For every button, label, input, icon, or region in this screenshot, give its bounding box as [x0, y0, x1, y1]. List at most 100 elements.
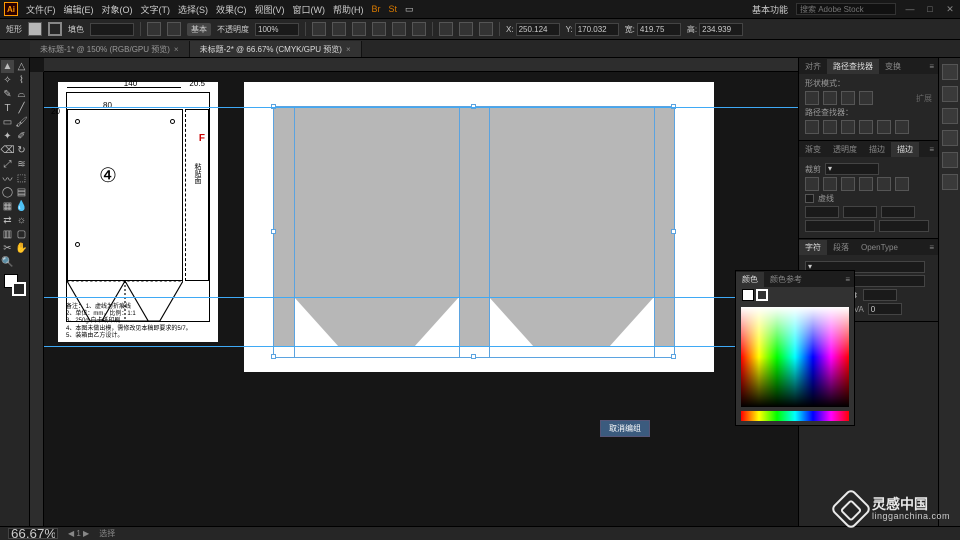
free-tool[interactable]: ⬚: [15, 172, 28, 185]
workspace-switcher[interactable]: 基本功能: [752, 3, 788, 16]
menu-view[interactable]: 视图(V): [255, 3, 285, 16]
collapsed-符号-icon[interactable]: [942, 130, 958, 146]
arrow-start-dropdown[interactable]: [805, 220, 875, 232]
bridge-icon[interactable]: Br: [372, 4, 381, 14]
doc-tab-1[interactable]: 未标题-1* @ 150% (RGB/GPU 预览)×: [30, 41, 190, 57]
color-spectrum[interactable]: [741, 307, 849, 407]
zoom-input[interactable]: [8, 528, 58, 539]
grad-tool[interactable]: ▤: [15, 186, 28, 199]
stroke-indicator[interactable]: [756, 289, 768, 301]
align-hcenter-icon[interactable]: [332, 22, 346, 36]
window-maximize[interactable]: □: [924, 4, 936, 14]
stock-icon[interactable]: St: [389, 4, 398, 14]
menu-window[interactable]: 窗口(W): [293, 3, 326, 16]
artboard-nav[interactable]: ◀ 1 ▶: [68, 529, 89, 538]
gap-1-input[interactable]: [843, 206, 877, 218]
merge-icon[interactable]: [841, 120, 855, 134]
zoom-tool[interactable]: 🔍: [1, 256, 14, 269]
collapsed-画笔-icon[interactable]: [942, 108, 958, 124]
x-input[interactable]: [516, 23, 560, 36]
warp-tool[interactable]: 〰: [1, 172, 14, 185]
shape-mode-icon[interactable]: [439, 22, 453, 36]
cap-square-icon[interactable]: [841, 177, 855, 191]
symbol-tool[interactable]: ☼: [15, 214, 28, 227]
front-panel[interactable]: [294, 107, 459, 297]
join-bevel-icon[interactable]: [895, 177, 909, 191]
kerning-input[interactable]: [868, 303, 902, 315]
side-panel-2[interactable]: [654, 107, 674, 297]
rect-tool[interactable]: ▭: [1, 116, 14, 129]
panel-menu-icon[interactable]: ≡: [925, 62, 938, 71]
menu-file[interactable]: 文件(F): [26, 3, 56, 16]
color-panel[interactable]: 颜色 颜色参考 ≡: [735, 270, 855, 426]
window-minimize[interactable]: —: [904, 4, 916, 14]
tab-pathfinder[interactable]: 路径查找器: [827, 59, 879, 74]
tab-stroke[interactable]: 描边: [891, 142, 919, 157]
collapsed-图层-icon[interactable]: [942, 174, 958, 190]
panel-menu-icon[interactable]: ≡: [925, 243, 938, 252]
stroke-weight-input[interactable]: [90, 23, 134, 36]
close-icon[interactable]: ×: [346, 45, 351, 54]
line-tool[interactable]: ╱: [15, 102, 28, 115]
join-miter-icon[interactable]: [859, 177, 873, 191]
menu-help[interactable]: 帮助(H): [333, 3, 364, 16]
shaper-tool[interactable]: ✦: [1, 130, 14, 143]
panel-menu-icon[interactable]: ≡: [841, 275, 854, 284]
transform-icon[interactable]: [459, 22, 473, 36]
join-round-icon[interactable]: [877, 177, 891, 191]
stroke-swatch-button[interactable]: [48, 22, 62, 36]
type-tool[interactable]: T: [1, 102, 14, 115]
blend-tool[interactable]: ⇄: [1, 214, 14, 227]
vstroke-icon[interactable]: [147, 22, 161, 36]
tab-character[interactable]: 字符: [799, 240, 827, 255]
artb-tool[interactable]: ▢: [15, 228, 28, 241]
collapsed-库-icon[interactable]: [942, 86, 958, 102]
select-tool[interactable]: ▲: [1, 60, 14, 73]
exclude-icon[interactable]: [859, 91, 873, 105]
wand-tool[interactable]: ✧: [1, 74, 14, 87]
divide-icon[interactable]: [805, 120, 819, 134]
h-input[interactable]: [699, 23, 743, 36]
crop-icon[interactable]: [859, 120, 873, 134]
search-input[interactable]: [796, 3, 896, 15]
menu-type[interactable]: 文字(T): [141, 3, 171, 16]
dash-1-input[interactable]: [805, 206, 839, 218]
collapsed-色板-icon[interactable]: [942, 152, 958, 168]
hue-bar[interactable]: [741, 411, 849, 421]
tab-color[interactable]: 颜色: [736, 272, 764, 287]
align-top-icon[interactable]: [372, 22, 386, 36]
leading-input[interactable]: [863, 289, 897, 301]
arrow-end-dropdown[interactable]: [879, 220, 929, 232]
slice-tool[interactable]: ✂: [1, 242, 14, 255]
fill-swatch-button[interactable]: [28, 22, 42, 36]
trim-icon[interactable]: [823, 120, 837, 134]
tab-transparency[interactable]: 透明度: [827, 142, 863, 157]
tab-gradient[interactable]: 渐变: [799, 142, 827, 157]
canvas-area[interactable]: 140 20.5 20 80 F 粘贴面 ④: [30, 58, 798, 526]
tab-transform[interactable]: 变换: [879, 59, 907, 74]
fill-stroke-swatch[interactable]: [4, 274, 26, 296]
curv-tool[interactable]: ⌓: [15, 88, 28, 101]
intersect-icon[interactable]: [841, 91, 855, 105]
align-left-icon[interactable]: [312, 22, 326, 36]
cap-butt-icon[interactable]: [805, 177, 819, 191]
direct-tool[interactable]: △: [15, 60, 28, 73]
style-label[interactable]: 基本: [187, 23, 211, 36]
align-vcenter-icon[interactable]: [392, 22, 406, 36]
align-right-icon[interactable]: [352, 22, 366, 36]
pencil-tool[interactable]: ✐: [15, 130, 28, 143]
shape-tool[interactable]: ◯: [1, 186, 14, 199]
menu-effect[interactable]: 效果(C): [216, 3, 247, 16]
menu-object[interactable]: 对象(O): [102, 3, 133, 16]
side-panel-1[interactable]: [459, 107, 489, 297]
tab-transparency2[interactable]: 描边: [863, 142, 891, 157]
tab-color-guide[interactable]: 颜色参考: [764, 272, 808, 287]
mesh-tool[interactable]: ▦: [1, 200, 14, 213]
opacity-input[interactable]: [255, 23, 299, 36]
hand-tool[interactable]: ✋: [15, 242, 28, 255]
unite-icon[interactable]: [805, 91, 819, 105]
w-input[interactable]: [637, 23, 681, 36]
arrange-icon[interactable]: ▭: [405, 4, 414, 15]
menu-select[interactable]: 选择(S): [178, 3, 208, 16]
minus-back-icon[interactable]: [895, 120, 909, 134]
